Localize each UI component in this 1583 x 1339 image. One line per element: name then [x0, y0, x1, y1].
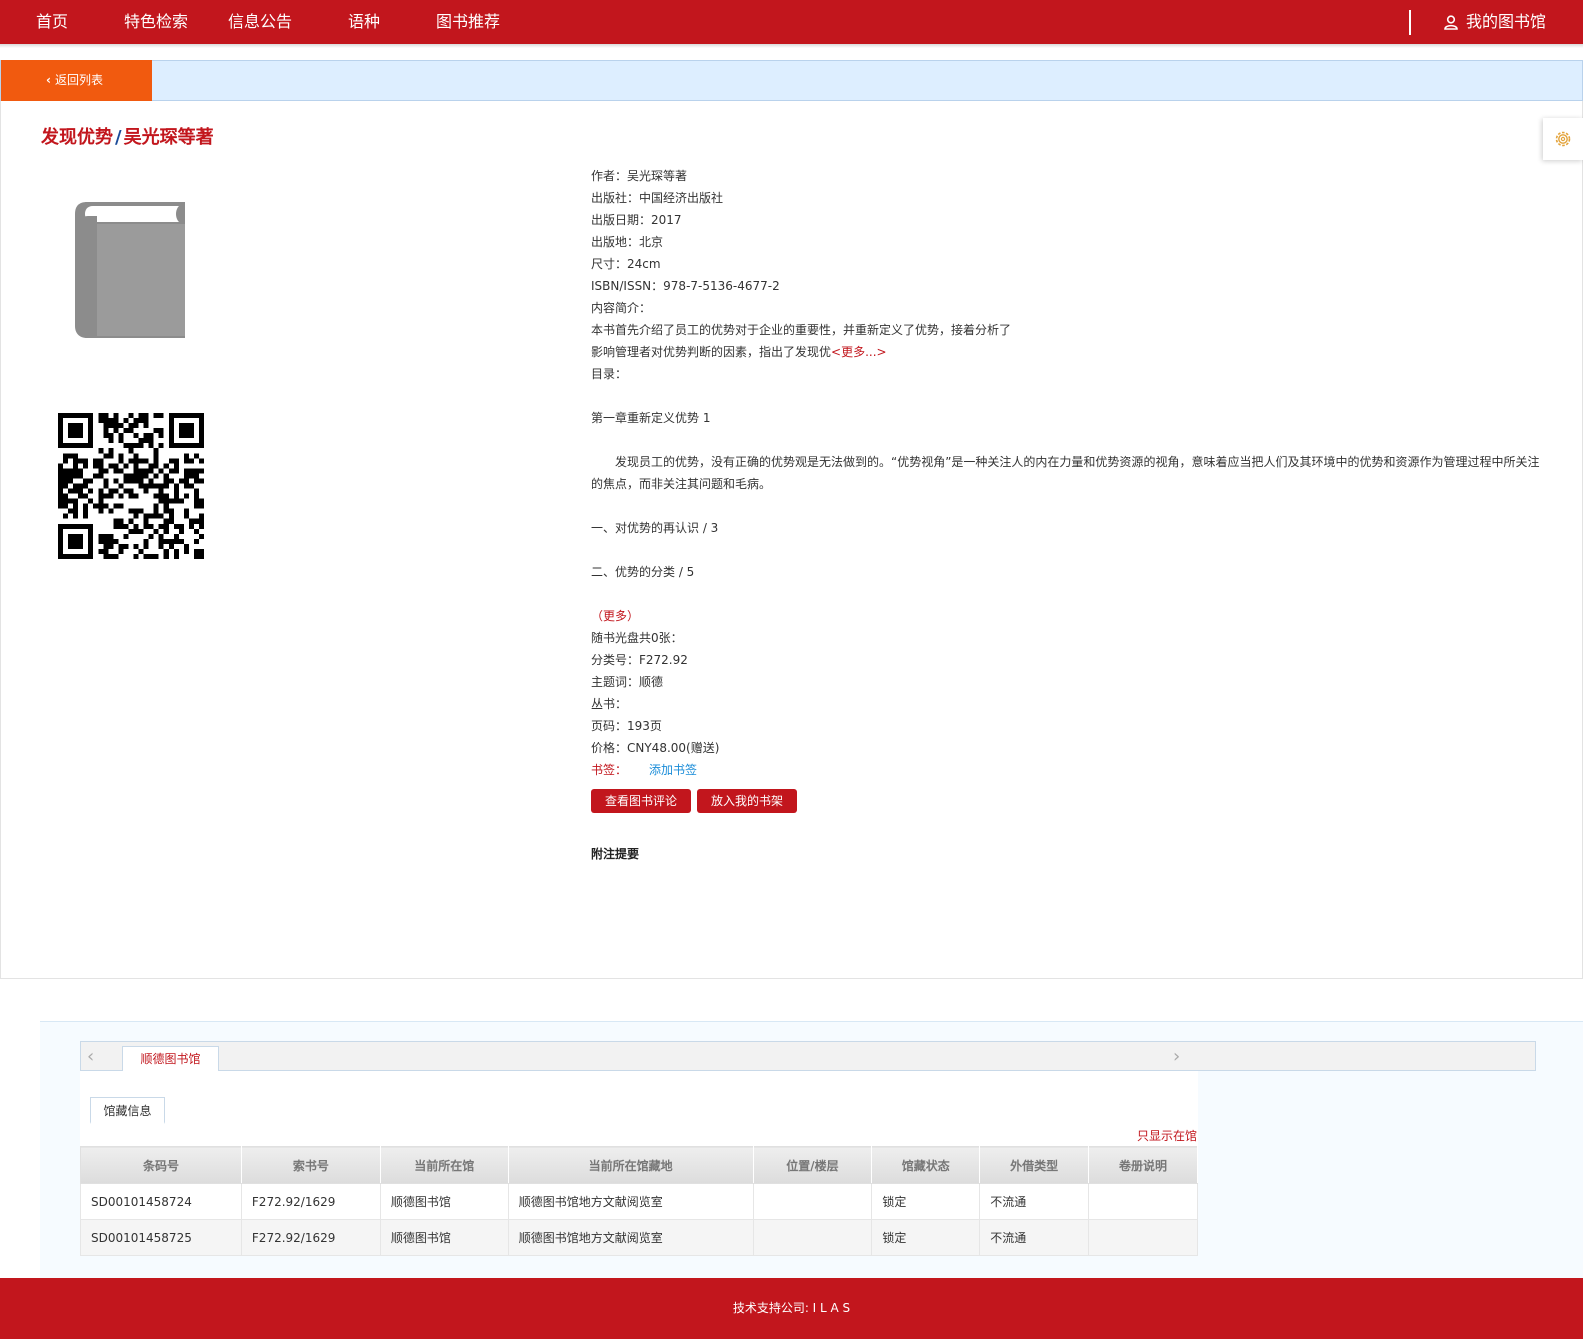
meta-subject: 主题词：顺德	[591, 675, 664, 689]
back-label: 返回列表	[54, 73, 103, 87]
meta-disc: 随书光盘共0张：	[591, 631, 683, 645]
meta-pub-place: 出版地：北京	[591, 235, 664, 249]
meta-size: 尺寸：24cm	[591, 257, 661, 271]
sub-toolbar: ‹ 返回列表	[0, 60, 1583, 101]
meta-pub-date: 出版日期：2017	[591, 213, 682, 227]
col-call-number: 索书号	[240, 1146, 381, 1184]
holdings-header-row: 条码号 索书号 当前所在馆 当前所在馆藏地 位置/楼层 馆藏状态 外借类型 卷册…	[80, 1146, 1198, 1184]
cell-library: 顺德图书馆	[379, 1219, 509, 1256]
toc-more-link[interactable]: 更多	[603, 609, 627, 623]
user-icon	[1444, 14, 1458, 30]
nav-home[interactable]: 首页	[36, 11, 68, 33]
cell-loan-type: 不流通	[979, 1219, 1090, 1256]
book-title-text: 发现优势	[41, 127, 113, 148]
summary-more-link[interactable]: <更多...>	[831, 345, 887, 359]
meta-series: 丛书：	[591, 697, 628, 711]
meta-bookmark: 书签： 添加书签	[591, 759, 1541, 781]
meta-pages: 页码：193页	[591, 719, 662, 733]
cell-status: 锁定	[871, 1183, 981, 1220]
cell-loan-type: 不流通	[979, 1183, 1090, 1220]
cell-status: 锁定	[871, 1219, 981, 1256]
cell-position	[752, 1219, 873, 1256]
qr-code	[58, 413, 204, 559]
view-reviews-button[interactable]: 查看图书评论	[591, 789, 692, 813]
my-library-label: 我的图书馆	[1466, 12, 1547, 31]
tab-holdings-info[interactable]: 馆藏信息	[90, 1097, 165, 1124]
toc-more-open: （	[591, 609, 604, 623]
toc-chapter-1: 第一章重新定义优势 1	[591, 411, 711, 425]
toc-paragraph: 发现员工的优势，没有正确的优势观是无法做到的。“优势视角”是一种关注人的内在力量…	[591, 455, 1540, 491]
footer-text: 技术支持公司: I L A S	[732, 1301, 851, 1315]
cell-library: 顺德图书馆	[379, 1183, 509, 1220]
book-author-line: 吴光琛等著	[123, 127, 214, 148]
nav-divider	[1409, 10, 1411, 35]
col-position-floor: 位置/楼层	[752, 1146, 873, 1184]
col-volume-note: 卷册说明	[1088, 1146, 1198, 1184]
meta-summary-line-1: 本书首先介绍了员工的优势对于企业的重要性，并重新定义了优势，接着分析了	[591, 323, 1012, 337]
table-row: SD00101458724 F272.92/1629 顺德图书馆 顺德图书馆地方…	[80, 1183, 1198, 1220]
col-current-location: 当前所在馆藏地	[507, 1146, 754, 1184]
cell-location: 顺德图书馆地方文献阅览室	[507, 1219, 754, 1256]
add-bookmark-link[interactable]: 添加书签	[649, 763, 697, 777]
meta-price: 价格：CNY48.00(赠送)	[591, 741, 720, 755]
bookmark-label: 书签：	[591, 763, 628, 777]
col-barcode: 条码号	[80, 1146, 242, 1184]
cell-barcode: SD00101458725	[80, 1219, 242, 1256]
meta-author: 作者：吴光琛等著	[591, 169, 688, 183]
only-available-filter[interactable]: 只显示在馆	[1137, 1127, 1197, 1144]
cell-volume-note	[1088, 1219, 1198, 1256]
cell-location: 顺德图书馆地方文献阅览室	[507, 1183, 754, 1220]
col-holding-status: 馆藏状态	[871, 1146, 981, 1184]
meta-toc-label: 目录：	[591, 367, 628, 381]
summary-text: 影响管理者对优势判断的因素，指出了发现优	[591, 345, 832, 359]
toc-item-1: 一、对优势的再认识 / 3	[591, 521, 719, 535]
add-to-shelf-button[interactable]: 放入我的书架	[697, 789, 798, 813]
cell-call-number: F272.92/1629	[240, 1183, 381, 1220]
meta-summary-label: 内容简介：	[591, 301, 652, 315]
footer: 技术支持公司: I L A S	[0, 1278, 1583, 1339]
nav-shadow	[0, 44, 1583, 48]
toc-more: （更多）	[591, 605, 1541, 627]
book-title: 发现优势 / 吴光琛等著	[41, 127, 214, 149]
nav-announcements[interactable]: 信息公告	[228, 11, 292, 33]
holdings-table: 条码号 索书号 当前所在馆 当前所在馆藏地 位置/楼层 馆藏状态 外借类型 卷册…	[80, 1146, 1198, 1256]
chevron-left-icon[interactable]: ‹	[87, 1046, 94, 1067]
meta-publisher: 出版社：中国经济出版社	[591, 191, 724, 205]
chevron-left-icon: ‹	[46, 73, 51, 87]
meta-class-no: 分类号：F272.92	[591, 653, 688, 667]
toc-item-2: 二、优势的分类 / 5	[591, 565, 695, 579]
nav-languages[interactable]: 语种	[348, 11, 380, 33]
table-row: SD00101458725 F272.92/1629 顺德图书馆 顺德图书馆地方…	[80, 1219, 1198, 1256]
cell-barcode: SD00101458724	[80, 1183, 242, 1220]
chevron-right-icon[interactable]: ›	[1173, 1046, 1180, 1067]
meta-isbn: ISBN/ISSN：978-7-5136-4677-2	[591, 279, 780, 293]
library-tabs: ‹ 顺德图书馆 ›	[80, 1041, 1536, 1072]
back-to-list-button[interactable]: ‹ 返回列表	[1, 60, 152, 101]
book-cover-placeholder-icon	[73, 198, 187, 344]
cell-position	[752, 1183, 873, 1220]
action-buttons: 查看图书评论 放入我的书架	[591, 789, 1541, 813]
nav-recommendations[interactable]: 图书推荐	[436, 11, 500, 33]
cell-call-number: F272.92/1629	[240, 1219, 381, 1256]
cell-volume-note	[1088, 1183, 1198, 1220]
book-metadata: 作者：吴光琛等著 出版社：中国经济出版社 出版日期：2017 出版地：北京 尺寸…	[591, 165, 1541, 865]
title-separator: /	[115, 127, 122, 148]
col-loan-type: 外借类型	[979, 1146, 1090, 1184]
top-nav: 首页 特色检索 信息公告 语种 图书推荐 我的图书馆	[0, 0, 1583, 44]
meta-summary-line-2: 影响管理者对优势判断的因素，指出了发现优<更多...>	[591, 341, 1541, 363]
toc-more-close: ）	[627, 609, 640, 623]
tab-shunde-library[interactable]: 顺德图书馆	[122, 1046, 219, 1072]
notes-heading: 附注提要	[591, 847, 640, 861]
nav-special-search[interactable]: 特色检索	[124, 11, 188, 33]
my-library-link[interactable]: 我的图书馆	[1444, 11, 1546, 33]
gear-icon	[1555, 131, 1571, 147]
col-current-library: 当前所在馆	[379, 1146, 509, 1184]
settings-tab[interactable]	[1543, 118, 1583, 160]
